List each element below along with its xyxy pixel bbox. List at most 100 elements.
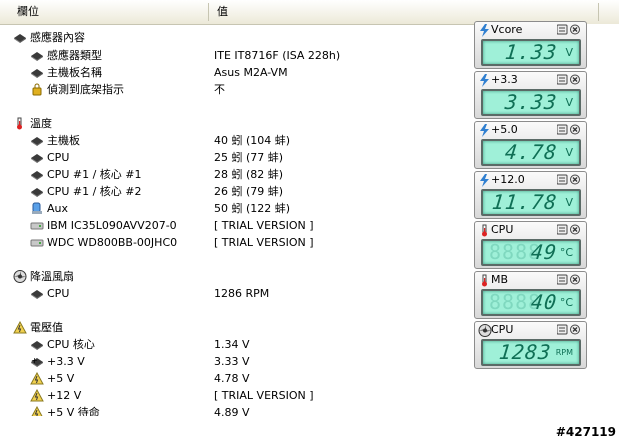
gadget-title: +5.0 — [491, 123, 518, 136]
list-bottom — [0, 416, 470, 441]
lcd-display: 3.33 V — [481, 89, 581, 116]
gadget-settings-icon[interactable] — [557, 74, 568, 85]
motherboard-icon — [30, 66, 44, 79]
list-item[interactable]: 主機板名稱 Asus M2A-VM — [0, 64, 470, 81]
list-item[interactable]: Aux 50 蚓 (122 蚌) — [0, 200, 470, 217]
list-item[interactable]: CPU #1 / 核心 #1 28 蚓 (82 蚌) — [0, 166, 470, 183]
list-item[interactable]: CPU 25 蚓 (77 蚌) — [0, 149, 470, 166]
row-value: 1.34 V — [214, 338, 250, 351]
voltage-icon — [13, 320, 27, 334]
list-item[interactable]: +5 V 4.78 V — [0, 370, 470, 387]
gadget-settings-icon[interactable] — [557, 224, 568, 235]
gadget-close-icon[interactable] — [570, 124, 580, 135]
row-value: 28 蚓 (82 蚌) — [214, 168, 284, 181]
thermometer-icon — [478, 274, 488, 287]
list-item[interactable]: +12 V [ TRIAL VERSION ] — [0, 387, 470, 404]
gadget-close-icon[interactable] — [570, 274, 580, 285]
voltage-small-icon — [30, 388, 44, 402]
group-header[interactable]: 降溫風扇 — [0, 268, 470, 285]
gadget-settings-icon[interactable] — [557, 124, 568, 135]
group-header[interactable]: 電壓值 — [0, 319, 470, 336]
lcd-unit: V — [565, 146, 573, 159]
thermometer-icon — [478, 224, 488, 237]
gadget-title: +3.3 — [491, 73, 518, 86]
lcd-display: 1283 RPM — [481, 339, 581, 366]
gadget-title: MB — [491, 273, 509, 286]
sensor-gadget[interactable]: Vcore 1.33 V — [474, 21, 587, 69]
watermark-text: #427119 — [555, 425, 616, 439]
row-label: 溫度 — [30, 117, 52, 130]
row-label: 偵測到底架指示 — [47, 83, 124, 96]
aux-sensor-icon — [30, 202, 44, 215]
row-label: CPU — [47, 287, 70, 300]
sensor-gadget[interactable]: CPU 8888 49 °C — [474, 221, 587, 269]
list-item[interactable]: IBM IC35L090AVV207-0 [ TRIAL VERSION ] — [0, 217, 470, 234]
sensor-gadget[interactable]: CPU 1283 RPM — [474, 321, 587, 369]
row-value: 3.33 V — [214, 355, 250, 368]
fan-icon — [478, 324, 492, 337]
plus-chip-icon: + — [30, 355, 44, 368]
gadget-buttons — [557, 324, 580, 335]
lcd-display: 8888 49 °C — [481, 239, 581, 266]
list-item[interactable]: 感應器類型 ITE IT8716F (ISA 228h) — [0, 47, 470, 64]
row-label: 電壓值 — [30, 321, 63, 334]
row-value: 不 — [214, 83, 225, 96]
gadget-buttons — [557, 224, 580, 235]
list-right-area — [587, 24, 619, 416]
column-divider[interactable] — [208, 3, 209, 21]
gadget-close-icon[interactable] — [570, 24, 580, 35]
sensor-gadget[interactable]: +5.0 4.78 V — [474, 121, 587, 169]
list-item[interactable]: + +3.3 V 3.33 V — [0, 353, 470, 370]
sensor-chip-icon — [30, 49, 44, 62]
gadget-settings-icon[interactable] — [557, 174, 568, 185]
gadget-settings-icon[interactable] — [557, 24, 568, 35]
lcd-unit: V — [565, 46, 573, 59]
list-item[interactable]: 主機板 40 蚓 (104 蚌) — [0, 132, 470, 149]
lcd-digits: 40 — [529, 290, 559, 314]
list-item[interactable]: CPU #1 / 核心 #2 26 蚓 (79 蚌) — [0, 183, 470, 200]
gadget-close-icon[interactable] — [570, 224, 580, 235]
gadget-settings-icon[interactable] — [557, 274, 568, 285]
column-divider[interactable] — [598, 3, 599, 21]
hard-drive-icon — [30, 236, 44, 249]
list-item[interactable]: 偵測到底架指示 不 — [0, 81, 470, 98]
thermometer-icon — [13, 117, 27, 130]
group-header[interactable]: 溫度 — [0, 115, 470, 132]
board-chip-icon — [30, 134, 44, 147]
sensor-gadget[interactable]: +12.0 11.78 V — [474, 171, 587, 219]
lcd-unit: °C — [559, 246, 573, 259]
row-value: ITE IT8716F (ISA 228h) — [214, 49, 341, 62]
fan-icon — [13, 270, 27, 283]
list-item[interactable]: WDC WD800BB-00JHC0 [ TRIAL VERSION ] — [0, 234, 470, 251]
lcd-display: 8888 40 °C — [481, 289, 581, 316]
hard-drive-icon — [30, 219, 44, 232]
lcd-digits: 49 — [529, 240, 559, 264]
list-item[interactable]: CPU 1286 RPM — [0, 285, 470, 302]
column-header-value[interactable]: 值 — [217, 4, 228, 20]
row-label: CPU #1 / 核心 #1 — [47, 168, 142, 181]
sensor-group-icon — [13, 31, 27, 44]
sensor-gadget[interactable]: +3.3 3.33 V — [474, 71, 587, 119]
row-label: 感應器類型 — [47, 49, 102, 62]
row-label: IBM IC35L090AVV207-0 — [47, 219, 177, 232]
lcd-unit: V — [565, 96, 573, 109]
lcd-digits: 3.33 — [503, 90, 559, 114]
gadget-buttons — [557, 174, 580, 185]
list-item[interactable]: CPU 核心 1.34 V — [0, 336, 470, 353]
lcd-display: 1.33 V — [481, 39, 581, 66]
bolt-icon — [478, 74, 489, 87]
gadget-settings-icon[interactable] — [557, 324, 568, 335]
gadget-close-icon[interactable] — [570, 324, 580, 335]
lcd-unit: RPM — [555, 348, 573, 357]
svg-text:+: + — [31, 356, 38, 365]
row-value: Asus M2A-VM — [214, 66, 288, 79]
row-value: [ TRIAL VERSION ] — [214, 219, 314, 232]
gadget-close-icon[interactable] — [570, 74, 580, 85]
row-label: +12 V — [47, 389, 82, 402]
lcd-digits: 1283 — [497, 340, 553, 364]
group-header[interactable]: 感應器內容 — [0, 29, 470, 46]
sensor-gadget[interactable]: MB 8888 40 °C — [474, 271, 587, 319]
column-header-field[interactable]: 欄位 — [17, 4, 39, 20]
gadget-close-icon[interactable] — [570, 174, 580, 185]
gadget-title: +12.0 — [491, 173, 525, 186]
